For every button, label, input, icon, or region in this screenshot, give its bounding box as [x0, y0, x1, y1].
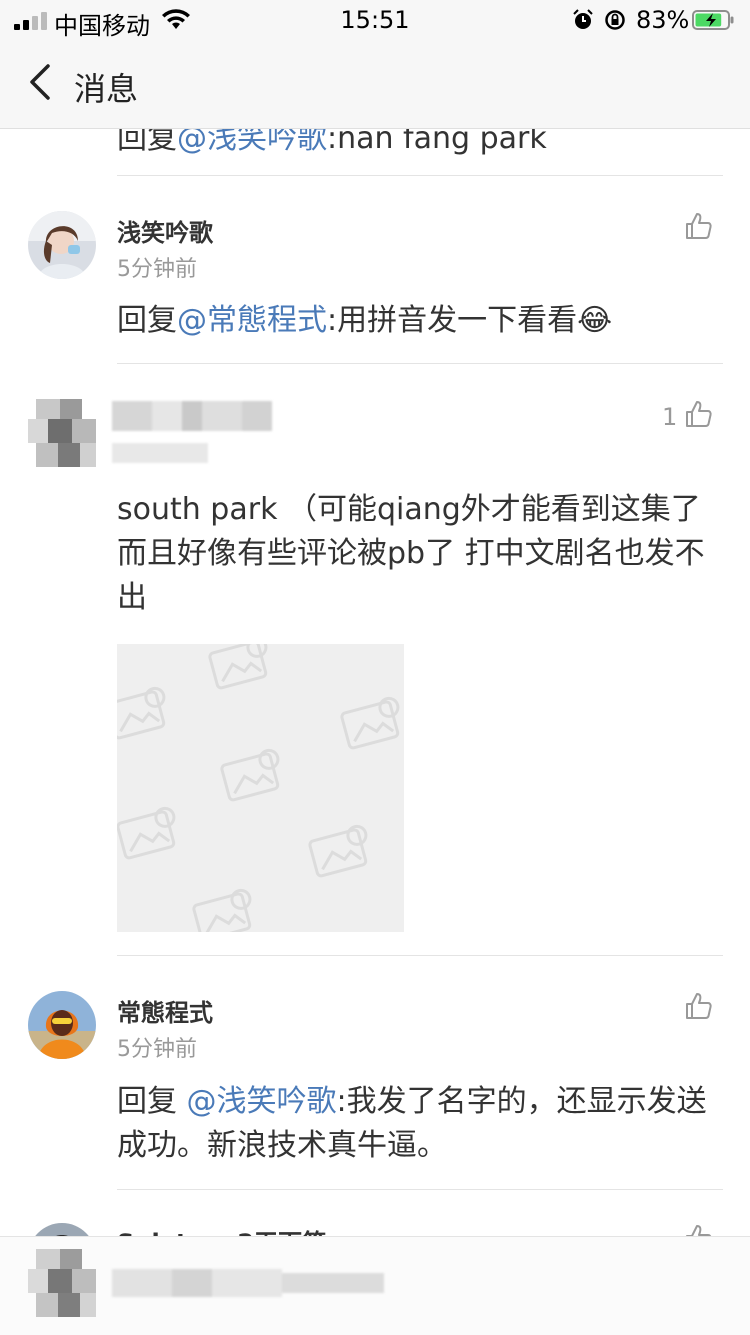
avatar[interactable]: [28, 211, 96, 279]
nav-bar: 消息: [0, 40, 750, 129]
thumbs-up-icon[interactable]: [684, 1223, 714, 1236]
back-button[interactable]: [26, 62, 54, 102]
comment-body: 回复@浅笑吟歌:nan fang park: [117, 129, 547, 157]
blurred-timestamp: [112, 443, 208, 463]
thumbs-up-icon[interactable]: [684, 399, 714, 429]
blurred-input[interactable]: [112, 1269, 384, 1297]
image-placeholder[interactable]: [117, 644, 404, 932]
page-title: 消息: [74, 70, 139, 108]
thumbs-up-icon[interactable]: [684, 991, 714, 1021]
divider: [117, 363, 723, 364]
avatar[interactable]: [28, 399, 96, 467]
username[interactable]: 浅笑吟歌: [117, 213, 213, 248]
divider: [117, 1189, 723, 1190]
comment-text: south park （可能qiang外才能看到这集了 而且好像有些评论被pb了…: [117, 492, 705, 615]
status-bar: 中国移动 15:51 83%: [0, 0, 750, 40]
username[interactable]: 常態程式: [117, 993, 213, 1028]
blurred-username: [112, 401, 272, 431]
comment-text: :nan fang park: [327, 129, 547, 156]
avatar[interactable]: [28, 1223, 96, 1236]
divider: [117, 175, 723, 176]
username[interactable]: Splatoon2天下第: [117, 1223, 326, 1236]
rotation-lock-icon: [605, 10, 625, 30]
avatar[interactable]: [28, 991, 96, 1059]
battery-icon: [692, 10, 734, 30]
alarm-icon: [573, 9, 593, 29]
thumbs-up-icon[interactable]: [684, 211, 714, 241]
divider: [117, 955, 723, 956]
like-count: 1: [662, 403, 678, 431]
laughing-emoji: 😂: [577, 303, 613, 338]
reply-bar[interactable]: [0, 1236, 750, 1335]
timestamp: 5分钟前: [117, 1037, 197, 1062]
comment-list[interactable]: 回复@浅笑吟歌:nan fang park 浅笑吟歌 5分钟前 回复@常態程式:…: [0, 129, 750, 1236]
comment-body: 回复 @浅笑吟歌:我发了名字的，还显示发送成功。新浪技术真牛逼。: [117, 1080, 717, 1168]
comment-body: 回复@常態程式:用拼音发一下看看😂: [117, 299, 717, 343]
current-user-avatar: [28, 1249, 96, 1317]
reply-prefix: 回复: [117, 1084, 187, 1119]
mention-link[interactable]: @常態程式: [177, 303, 327, 338]
reply-prefix: 回复: [117, 303, 177, 338]
mention-link[interactable]: @浅笑吟歌: [177, 129, 327, 156]
mention-link[interactable]: @浅笑吟歌: [187, 1084, 337, 1119]
battery-percentage: 83%: [636, 6, 690, 34]
reply-prefix: 回复: [117, 129, 177, 156]
comment-text: :用拼音发一下看看: [327, 303, 578, 338]
timestamp: 5分钟前: [117, 257, 197, 282]
